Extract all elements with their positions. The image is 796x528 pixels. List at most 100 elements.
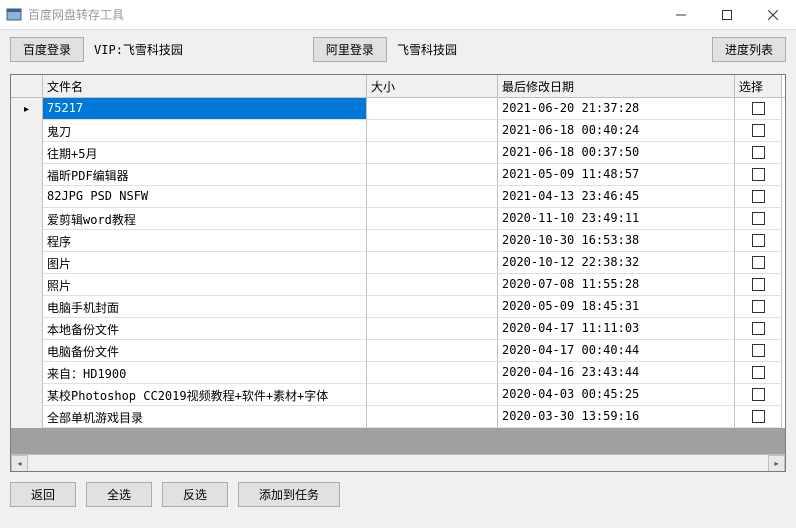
- ali-account-label: 飞雪科技园: [397, 41, 457, 58]
- toolbar: 百度登录 VIP:飞雪科技园 阿里登录 飞雪科技园 进度列表: [0, 30, 796, 68]
- cell-date: 2021-04-13 23:46:45: [498, 186, 735, 208]
- table-row[interactable]: 全部单机游戏目录2020-03-30 13:59:16: [11, 406, 785, 428]
- cell-select[interactable]: [735, 406, 782, 428]
- table-row[interactable]: 电脑手机封面2020-05-09 18:45:31: [11, 296, 785, 318]
- table-row[interactable]: 75217 2021-06-20 21:37:28: [11, 98, 785, 120]
- cell-date: 2020-04-16 23:43:44: [498, 362, 735, 384]
- cell-filename[interactable]: 往期+5月: [43, 142, 367, 164]
- back-button[interactable]: 返回: [10, 482, 76, 507]
- cell-select[interactable]: [735, 296, 782, 318]
- scroll-track[interactable]: [28, 455, 768, 472]
- cell-date: 2020-04-17 00:40:44: [498, 340, 735, 362]
- checkbox[interactable]: [752, 256, 765, 269]
- column-header-select[interactable]: 选择: [735, 75, 782, 97]
- checkbox[interactable]: [752, 102, 765, 115]
- cell-filename[interactable]: 福昕PDF编辑器: [43, 164, 367, 186]
- table-row[interactable]: 某校Photoshop CC2019视频教程+软件+素材+字体 2020-04-0…: [11, 384, 785, 406]
- cell-filename[interactable]: 82JPG PSD NSFW: [43, 186, 367, 208]
- cell-select[interactable]: [735, 208, 782, 230]
- cell-filename[interactable]: 75217: [43, 98, 367, 120]
- table-row[interactable]: 本地备份文件2020-04-17 11:11:03: [11, 318, 785, 340]
- minimize-button[interactable]: [658, 0, 704, 29]
- cell-filename[interactable]: 本地备份文件: [43, 318, 367, 340]
- checkbox[interactable]: [752, 366, 765, 379]
- row-indicator: [11, 406, 43, 428]
- cell-select[interactable]: [735, 340, 782, 362]
- cell-size: [367, 208, 498, 230]
- cell-date: 2020-10-30 16:53:38: [498, 230, 735, 252]
- cell-select[interactable]: [735, 384, 782, 406]
- table-row[interactable]: 福昕PDF编辑器2021-05-09 11:48:57: [11, 164, 785, 186]
- cell-select[interactable]: [735, 186, 782, 208]
- cell-date: 2020-07-08 11:55:28: [498, 274, 735, 296]
- cell-filename[interactable]: 电脑备份文件: [43, 340, 367, 362]
- cell-filename[interactable]: 某校Photoshop CC2019视频教程+软件+素材+字体: [43, 384, 367, 406]
- cell-select[interactable]: [735, 252, 782, 274]
- table-row[interactable]: 程序 2020-10-30 16:53:38: [11, 230, 785, 252]
- cell-date: 2021-06-20 21:37:28: [498, 98, 735, 120]
- cell-select[interactable]: [735, 98, 782, 120]
- checkbox[interactable]: [752, 300, 765, 313]
- scroll-left-button[interactable]: ◂: [11, 455, 28, 472]
- column-header-date[interactable]: 最后修改日期: [498, 75, 735, 97]
- cell-select[interactable]: [735, 230, 782, 252]
- row-indicator: [11, 142, 43, 164]
- table-row[interactable]: 鬼刀2021-06-18 00:40:24: [11, 120, 785, 142]
- table-row[interactable]: 电脑备份文件 2020-04-17 00:40:44: [11, 340, 785, 362]
- cell-select[interactable]: [735, 120, 782, 142]
- table-row[interactable]: 来自：HD1900 2020-04-16 23:43:44: [11, 362, 785, 384]
- cell-filename[interactable]: 电脑手机封面: [43, 296, 367, 318]
- checkbox[interactable]: [752, 234, 765, 247]
- cell-filename[interactable]: 鬼刀: [43, 120, 367, 142]
- cell-size: [367, 362, 498, 384]
- table-row[interactable]: 往期+5月2021-06-18 00:37:50: [11, 142, 785, 164]
- cell-filename[interactable]: 爱剪辑word教程: [43, 208, 367, 230]
- scroll-right-button[interactable]: ▸: [768, 455, 785, 472]
- select-all-button[interactable]: 全选: [86, 482, 152, 507]
- table-row[interactable]: 图片2020-10-12 22:38:32: [11, 252, 785, 274]
- row-indicator: [11, 208, 43, 230]
- checkbox[interactable]: [752, 212, 765, 225]
- checkbox[interactable]: [752, 410, 765, 423]
- baidu-login-button[interactable]: 百度登录: [10, 37, 84, 62]
- cell-select[interactable]: [735, 362, 782, 384]
- checkbox[interactable]: [752, 190, 765, 203]
- cell-filename[interactable]: 全部单机游戏目录: [43, 406, 367, 428]
- cell-size: [367, 142, 498, 164]
- cell-size: [367, 340, 498, 362]
- cell-size: [367, 252, 498, 274]
- checkbox[interactable]: [752, 168, 765, 181]
- close-button[interactable]: [750, 0, 796, 29]
- cell-select[interactable]: [735, 164, 782, 186]
- checkbox[interactable]: [752, 124, 765, 137]
- checkbox[interactable]: [752, 388, 765, 401]
- column-header-name[interactable]: 文件名: [43, 75, 367, 97]
- grid-body: 75217 2021-06-20 21:37:28鬼刀2021-06-18 00:…: [11, 98, 785, 454]
- progress-list-button[interactable]: 进度列表: [712, 37, 786, 62]
- cell-select[interactable]: [735, 274, 782, 296]
- cell-filename[interactable]: 照片: [43, 274, 367, 296]
- checkbox[interactable]: [752, 146, 765, 159]
- horizontal-scrollbar[interactable]: ◂ ▸: [11, 454, 785, 471]
- add-to-task-button[interactable]: 添加到任务: [238, 482, 340, 507]
- cell-filename[interactable]: 图片: [43, 252, 367, 274]
- table-row[interactable]: 爱剪辑word教程2020-11-10 23:49:11: [11, 208, 785, 230]
- cell-date: 2020-04-03 00:45:25: [498, 384, 735, 406]
- row-indicator: [11, 230, 43, 252]
- checkbox[interactable]: [752, 278, 765, 291]
- cell-size: [367, 384, 498, 406]
- column-header-size[interactable]: 大小: [367, 75, 498, 97]
- vip-label: VIP:飞雪科技园: [94, 41, 183, 58]
- cell-select[interactable]: [735, 318, 782, 340]
- cell-select[interactable]: [735, 142, 782, 164]
- table-row[interactable]: 82JPG PSD NSFW 2021-04-13 23:46:45: [11, 186, 785, 208]
- checkbox[interactable]: [752, 344, 765, 357]
- cell-size: [367, 274, 498, 296]
- ali-login-button[interactable]: 阿里登录: [313, 37, 387, 62]
- invert-selection-button[interactable]: 反选: [162, 482, 228, 507]
- table-row[interactable]: 照片 2020-07-08 11:55:28: [11, 274, 785, 296]
- checkbox[interactable]: [752, 322, 765, 335]
- maximize-button[interactable]: [704, 0, 750, 29]
- cell-filename[interactable]: 来自：HD1900: [43, 362, 367, 384]
- cell-filename[interactable]: 程序: [43, 230, 367, 252]
